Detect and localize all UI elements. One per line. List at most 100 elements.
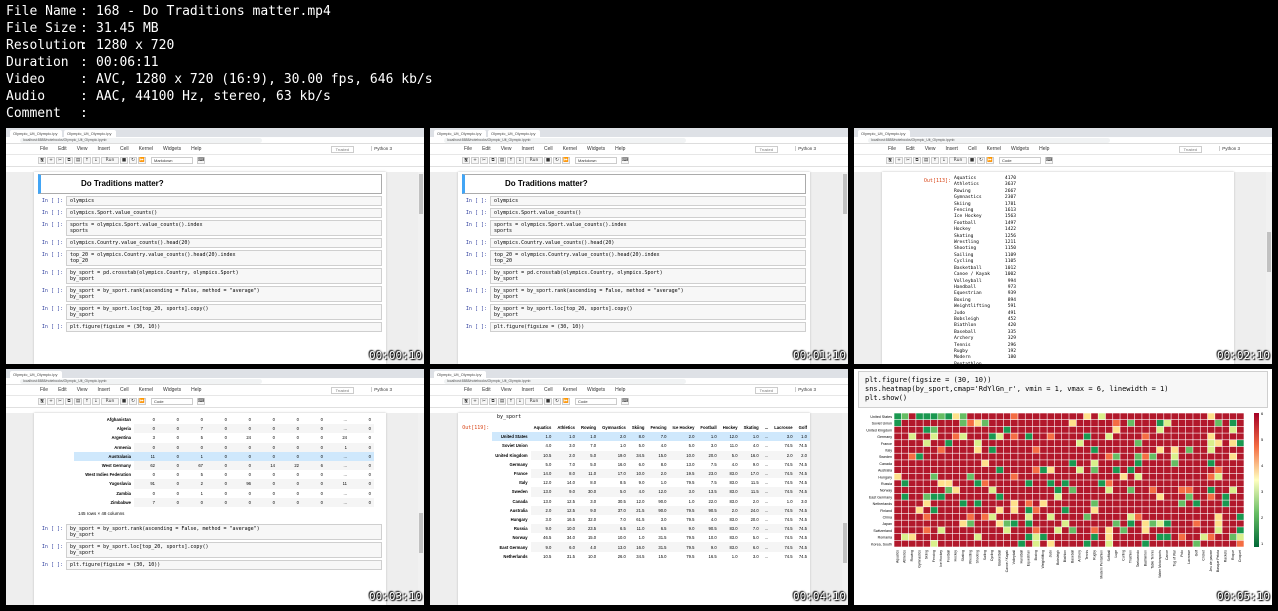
cell-type-select[interactable]: Code bbox=[151, 398, 193, 405]
save-icon[interactable]: 🖫 bbox=[38, 398, 46, 405]
menu-item[interactable]: File bbox=[464, 387, 472, 393]
menu-item[interactable]: Widgets bbox=[163, 387, 181, 393]
scrollbar[interactable] bbox=[842, 172, 848, 364]
code-input[interactable]: by_sport = by_sport.loc[top_20, sports].… bbox=[490, 304, 806, 320]
trusted-badge[interactable]: Trusted bbox=[1178, 146, 1202, 153]
notebook-heading[interactable]: Do Traditions matter? bbox=[462, 174, 806, 194]
code-input[interactable]: sports = olympics.Sport.value_counts().i… bbox=[490, 220, 806, 236]
code-cell[interactable]: In [ ]: plt.figure(figsize = (30, 10)) bbox=[38, 322, 382, 332]
menu-item[interactable]: Edit bbox=[58, 387, 67, 393]
code-cell[interactable]: In [ ]: by_sport = by_sport.rank(ascendin… bbox=[462, 286, 806, 302]
keyboard-icon[interactable]: ⌨ bbox=[1045, 157, 1053, 164]
move-up-icon[interactable]: ↑ bbox=[931, 157, 939, 164]
save-icon[interactable]: 🖫 bbox=[462, 398, 470, 405]
paste-icon[interactable]: ▤ bbox=[922, 157, 930, 164]
paste-icon[interactable]: ▤ bbox=[74, 398, 82, 405]
code-input[interactable]: olympics.Country.value_counts().head(20) bbox=[490, 238, 806, 248]
move-down-icon[interactable]: ↓ bbox=[516, 398, 524, 405]
address-bar[interactable]: localhost:8888/notebooks/Olympic_Ult_Oly… bbox=[6, 137, 424, 144]
code-cell[interactable]: In [ ]: sports = olympics.Sport.value_cou… bbox=[462, 220, 806, 236]
menu-item[interactable]: Cell bbox=[968, 146, 977, 152]
move-down-icon[interactable]: ↓ bbox=[516, 157, 524, 164]
code-input[interactable]: olympics bbox=[490, 196, 806, 206]
code-input[interactable]: by_sport = pd.crosstab(olympics.Country,… bbox=[66, 268, 382, 284]
address-bar[interactable]: localhost:8888/notebooks/Olympic_Ult_Oly… bbox=[854, 137, 1272, 144]
code-input[interactable]: top_20 = olympics.Country.value_counts()… bbox=[490, 250, 806, 266]
menu-item[interactable]: View bbox=[77, 387, 88, 393]
code-cell[interactable]: In [ ]: olympics.Sport.value_counts() bbox=[462, 208, 806, 218]
code-cell[interactable]: In [ ]: olympics bbox=[462, 196, 806, 206]
code-input[interactable]: plt.figure(figsize = (30, 10)) bbox=[490, 322, 806, 332]
cell-type-select[interactable]: Code bbox=[999, 157, 1041, 164]
restart-run-icon[interactable]: ⏩ bbox=[562, 157, 570, 164]
trusted-badge[interactable]: Trusted bbox=[754, 387, 778, 394]
move-down-icon[interactable]: ↓ bbox=[92, 157, 100, 164]
code-cell[interactable]: In [ ]: by_sport = pd.crosstab(olympics.C… bbox=[38, 268, 382, 284]
url-text[interactable]: localhost:8888/notebooks/Olympic_Ult_Oly… bbox=[20, 137, 263, 143]
thumbnail-2[interactable]: Olympic_Ult_Olympic.ipy Olympic_Ult_Olym… bbox=[430, 128, 848, 364]
url-text[interactable]: localhost:8888/notebooks/Olympic_Ult_Oly… bbox=[868, 137, 1111, 143]
code-input[interactable]: top_20 = olympics.Country.value_counts()… bbox=[66, 250, 382, 266]
restart-icon[interactable]: ↻ bbox=[129, 157, 137, 164]
menu-item[interactable]: Help bbox=[615, 146, 625, 152]
cell-type-select[interactable]: Markdown bbox=[151, 157, 193, 164]
browser-tab[interactable]: Olympic_Ult_Olympic.ipy bbox=[434, 371, 486, 378]
trusted-badge[interactable]: Trusted bbox=[754, 146, 778, 153]
code-input[interactable]: sports = olympics.Sport.value_counts().i… bbox=[66, 220, 382, 236]
url-text[interactable]: localhost:8888/notebooks/Olympic_Ult_Oly… bbox=[20, 378, 263, 384]
restart-run-icon[interactable]: ⏩ bbox=[562, 398, 570, 405]
menu-item[interactable]: Insert bbox=[97, 387, 110, 393]
restart-icon[interactable]: ↻ bbox=[977, 157, 985, 164]
code-input[interactable]: olympics.Country.value_counts().head(20) bbox=[66, 238, 382, 248]
code-input[interactable]: by_sport = by_sport.loc[top_20, sports].… bbox=[66, 304, 382, 320]
add-cell-icon[interactable]: + bbox=[47, 157, 55, 164]
menu-item[interactable]: Kernel bbox=[139, 387, 153, 393]
menu-item[interactable]: Insert bbox=[521, 146, 534, 152]
menu-item[interactable]: Edit bbox=[58, 146, 67, 152]
menu-item[interactable]: Widgets bbox=[587, 387, 605, 393]
menu-item[interactable]: Edit bbox=[906, 146, 915, 152]
code-input[interactable]: by_sport = pd.crosstab(olympics.Country,… bbox=[490, 268, 806, 284]
code-input[interactable]: plt.figure(figsize = (30, 10)) bbox=[66, 322, 382, 332]
move-up-icon[interactable]: ↑ bbox=[83, 157, 91, 164]
code-cell[interactable]: In [ ]: by_sport = pd.crosstab(olympics.C… bbox=[462, 268, 806, 284]
menu-item[interactable]: Widgets bbox=[1011, 146, 1029, 152]
code-input[interactable]: olympics bbox=[66, 196, 382, 206]
keyboard-icon[interactable]: ⌨ bbox=[197, 398, 205, 405]
heatmap-code-cell[interactable]: plt.figure(figsize = (30, 10)) sns.heatm… bbox=[858, 371, 1268, 408]
copy-icon[interactable]: ⧉ bbox=[65, 398, 73, 405]
stop-icon[interactable]: ■ bbox=[544, 398, 552, 405]
cut-icon[interactable]: ✂ bbox=[480, 398, 488, 405]
menu-item[interactable]: Cell bbox=[544, 146, 553, 152]
stop-icon[interactable]: ■ bbox=[968, 157, 976, 164]
menu-item[interactable]: Widgets bbox=[587, 146, 605, 152]
scrollbar[interactable] bbox=[842, 413, 848, 605]
menu-item[interactable]: File bbox=[888, 146, 896, 152]
code-input[interactable]: by_sport = by_sport.rank(ascending = Fal… bbox=[490, 286, 806, 302]
browser-tab-2[interactable]: Olympic_Ult_Olympic.ipy bbox=[488, 130, 540, 137]
add-cell-icon[interactable]: + bbox=[471, 157, 479, 164]
code-input[interactable]: by_sport = by_sport.rank(ascending = Fal… bbox=[66, 286, 382, 302]
code-cell[interactable]: In [ ]: sports = olympics.Sport.value_cou… bbox=[38, 220, 382, 236]
menu-item[interactable]: Edit bbox=[482, 146, 491, 152]
add-cell-icon[interactable]: + bbox=[895, 157, 903, 164]
code-input[interactable]: olympics.Sport.value_counts() bbox=[66, 208, 382, 218]
code-cell[interactable]: In [ ]: by_sport = by_sport.rank(ascendin… bbox=[38, 523, 382, 540]
move-down-icon[interactable]: ↓ bbox=[92, 398, 100, 405]
address-bar[interactable]: localhost:8888/notebooks/Olympic_Ult_Oly… bbox=[430, 137, 848, 144]
menu-item[interactable]: Kernel bbox=[987, 146, 1001, 152]
restart-run-icon[interactable]: ⏩ bbox=[138, 157, 146, 164]
cut-icon[interactable]: ✂ bbox=[56, 398, 64, 405]
browser-tab[interactable]: Olympic_Ult_Olympic.ipy bbox=[434, 130, 486, 137]
code-input[interactable]: by_sport = by_sport.loc[top_20, sports].… bbox=[66, 541, 382, 558]
menu-item[interactable]: Insert bbox=[521, 387, 534, 393]
url-text[interactable]: localhost:8888/notebooks/Olympic_Ult_Oly… bbox=[444, 378, 687, 384]
paste-icon[interactable]: ▤ bbox=[498, 398, 506, 405]
browser-tab[interactable]: Olympic_Ult_Olympic.ipy bbox=[858, 130, 910, 137]
cut-icon[interactable]: ✂ bbox=[56, 157, 64, 164]
copy-icon[interactable]: ⧉ bbox=[65, 157, 73, 164]
menu-item[interactable]: File bbox=[40, 387, 48, 393]
restart-icon[interactable]: ↻ bbox=[553, 398, 561, 405]
copy-icon[interactable]: ⧉ bbox=[489, 157, 497, 164]
restart-icon[interactable]: ↻ bbox=[553, 157, 561, 164]
